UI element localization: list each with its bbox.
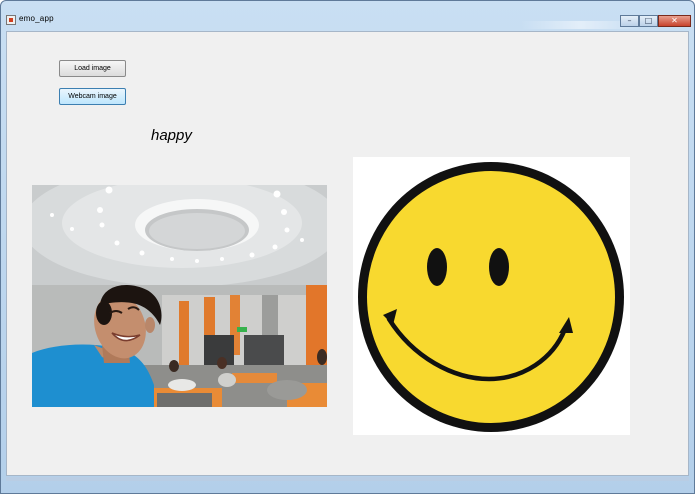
emotion-label: happy [151, 127, 192, 144]
title-bar[interactable]: emo_app – □ ✕ [1, 1, 694, 29]
minimize-button[interactable]: – [620, 15, 639, 27]
smiley-face-icon [358, 162, 624, 432]
maximize-button[interactable]: □ [639, 15, 658, 27]
app-icon [6, 15, 16, 25]
load-image-button[interactable]: Load image [59, 60, 126, 77]
window-bottom-border [6, 477, 689, 481]
app-window: emo_app – □ ✕ Load image Webcam image ha… [0, 0, 695, 494]
main-panel: Load image Webcam image happy [6, 31, 689, 476]
webcam-photo-graphic [32, 185, 327, 407]
emoji-result-image [353, 157, 630, 435]
close-button[interactable]: ✕ [658, 15, 691, 27]
window-controls: – □ ✕ [620, 15, 691, 27]
webcam-image-button[interactable]: Webcam image [59, 88, 126, 105]
webcam-photo [32, 185, 327, 407]
window-title: emo_app [19, 14, 54, 23]
